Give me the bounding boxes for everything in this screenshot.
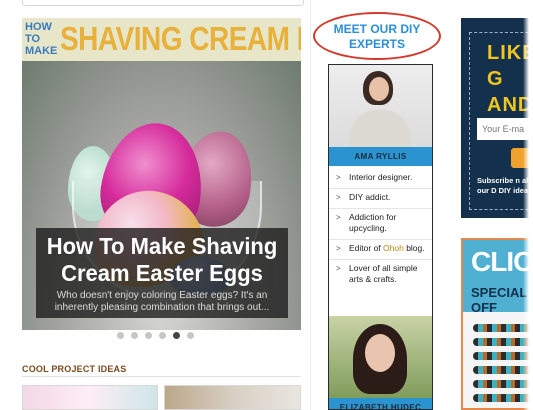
bio-item: Addiction for upcycling. (329, 209, 432, 240)
bio-item: DIY addict. (329, 189, 432, 209)
hero-headline[interactable]: How To Make Shaving Cream Easter Eggs (36, 227, 288, 288)
meet-experts-heading[interactable]: MEET OUR DIY EXPERTS (315, 22, 439, 52)
slider-dot[interactable] (145, 332, 152, 339)
banner-title: SHAVING CREAM EGGS (60, 20, 301, 58)
project-thumbnail[interactable] (22, 385, 158, 410)
expert-name[interactable]: ELIZABETH HUDEC (329, 398, 432, 409)
expert-bio-list: Interior designer. DIY addict. Addiction… (329, 169, 432, 290)
slider-dots (117, 332, 194, 339)
ohoh-blog-link[interactable]: Ohoh (383, 243, 404, 253)
bio-item: Editor of Ohoh blog. (329, 240, 432, 260)
bio-text: blog. (403, 243, 425, 253)
banner-how-to: HOW TO MAKE (25, 21, 58, 57)
expert-photo[interactable] (329, 316, 432, 398)
expert-name[interactable]: AMA RYLLIS (329, 147, 432, 166)
slider-dot[interactable] (131, 332, 138, 339)
torn-edge (523, 0, 533, 410)
top-divider (22, 0, 304, 6)
section-divider (22, 376, 301, 377)
slider-dot[interactable] (159, 332, 166, 339)
featured-slider[interactable]: HOW TO MAKE SHAVING CREAM EGGS How To Ma… (22, 18, 301, 330)
slider-dot[interactable] (173, 332, 180, 339)
bio-item: Lover of all simple arts & crafts. (329, 260, 432, 290)
page: HOW TO MAKE SHAVING CREAM EGGS How To Ma… (0, 0, 533, 410)
slider-dot[interactable] (117, 332, 124, 339)
column-divider (310, 0, 311, 410)
bio-text: Editor of (349, 243, 384, 253)
bio-item: Interior designer. (329, 169, 432, 189)
expert-photo[interactable] (329, 65, 432, 149)
slider-dot[interactable] (187, 332, 194, 339)
meet-experts-callout[interactable]: MEET OUR DIY EXPERTS (313, 12, 441, 60)
cool-project-ideas-heading: COOL PROJECT IDEAS (22, 364, 127, 374)
hero-caption[interactable]: How To Make Shaving Cream Easter Eggs Wh… (36, 228, 288, 318)
project-thumbnail[interactable] (164, 385, 301, 410)
experts-panel: AMA RYLLIS Interior designer. DIY addict… (328, 64, 433, 410)
hero-banner: HOW TO MAKE SHAVING CREAM EGGS (22, 18, 301, 61)
hero-excerpt: Who doesn't enjoy coloring Easter eggs? … (54, 290, 270, 313)
